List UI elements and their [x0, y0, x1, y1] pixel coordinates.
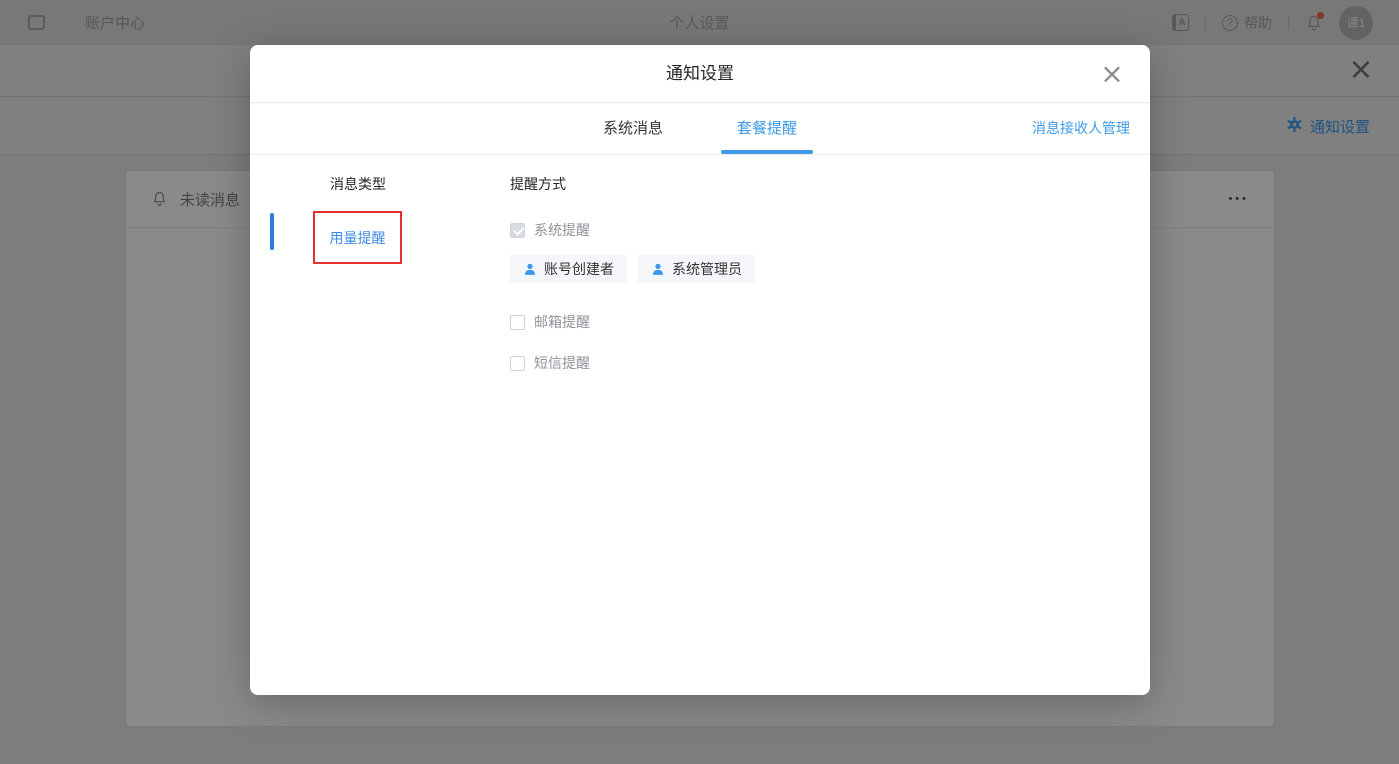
tab-system-messages[interactable]: 系统消息: [587, 103, 679, 154]
method-row-email: 邮箱提醒: [510, 312, 590, 332]
system-reminder-checkbox[interactable]: [510, 223, 525, 238]
person-icon: [523, 262, 537, 276]
modal-header: 通知设置 ×: [250, 45, 1150, 103]
screen: 账户中心 个人设置 A ? 帮助 谭1 ×: [0, 0, 1399, 764]
system-reminder-label: 系统提醒: [534, 220, 590, 240]
recipient-tag-label: 系统管理员: [672, 259, 742, 279]
recipient-tag-creator: 账号创建者: [510, 255, 627, 283]
recipient-tag-admin: 系统管理员: [638, 255, 755, 283]
email-reminder-checkbox[interactable]: [510, 315, 525, 330]
email-reminder-label: 邮箱提醒: [534, 312, 590, 332]
recipient-tags: 账号创建者 系统管理员: [510, 255, 755, 283]
modal-body: 消息类型 提醒方式 用量提醒 系统提醒 账号创建者: [250, 155, 1150, 695]
sms-reminder-checkbox[interactable]: [510, 356, 525, 371]
recipient-management-link[interactable]: 消息接收人管理: [1032, 103, 1130, 154]
recipient-tag-label: 账号创建者: [544, 259, 614, 279]
close-icon[interactable]: ×: [1096, 58, 1128, 90]
method-row-system: 系统提醒: [510, 220, 590, 240]
tab-package-reminder[interactable]: 套餐提醒: [721, 103, 813, 154]
reminder-method-header: 提醒方式: [510, 174, 566, 194]
modal-title: 通知设置: [250, 45, 1150, 103]
modal-tabbar: 系统消息 套餐提醒 消息接收人管理: [250, 103, 1150, 155]
message-type-header: 消息类型: [330, 174, 386, 194]
person-icon: [651, 262, 665, 276]
annotation-highlight-box: 用量提醒: [313, 211, 402, 264]
selected-indicator-bar: [270, 213, 274, 250]
sms-reminder-label: 短信提醒: [534, 353, 590, 373]
method-row-sms: 短信提醒: [510, 353, 590, 373]
message-type-usage-reminder[interactable]: 用量提醒: [330, 228, 386, 248]
notification-settings-modal: 通知设置 × 系统消息 套餐提醒 消息接收人管理 消息类型 提醒方式 用量提醒 …: [250, 45, 1150, 695]
